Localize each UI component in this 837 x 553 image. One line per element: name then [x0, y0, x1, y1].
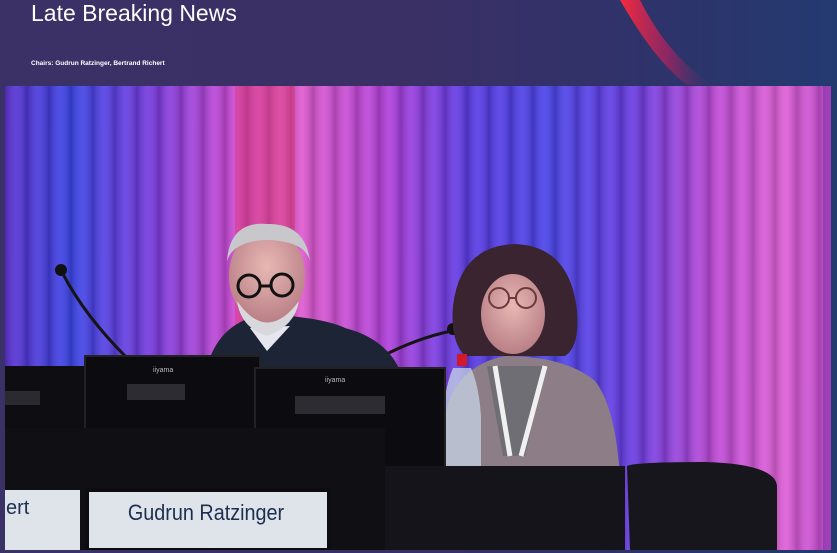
- stage-scene: [5, 86, 831, 550]
- video-stream[interactable]: iiyama iiyama: [5, 86, 831, 550]
- header-swoosh-graphic: [620, 0, 713, 85]
- monitor-brand-label: iiyama: [325, 377, 346, 384]
- monitor-left: [5, 366, 90, 428]
- nameplate-speaker: Gudrun Ratzinger: [127, 500, 285, 525]
- session-chairs: Chairs: Gudrun Ratzinger, Bertrand Riche…: [31, 60, 165, 67]
- nameplate-partial: ert: [6, 497, 30, 519]
- video-player-frame: Late Breaking News Chairs: Gudrun Ratzin…: [0, 0, 837, 553]
- monitor-brand-label: iiyama: [153, 367, 174, 374]
- page-title: Late Breaking News: [31, 0, 237, 26]
- session-header: Late Breaking News Chairs: Gudrun Ratzin…: [0, 0, 837, 85]
